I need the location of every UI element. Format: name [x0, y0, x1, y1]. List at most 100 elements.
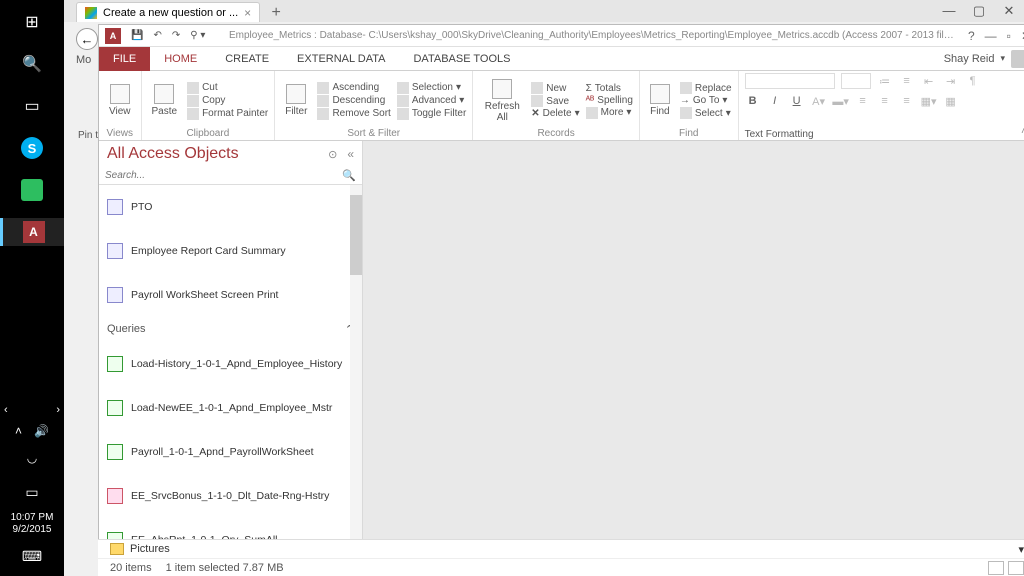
find-button[interactable]: Find [646, 82, 674, 119]
highlight-button[interactable]: ▬▾ [833, 93, 849, 109]
help-button[interactable]: ? [968, 29, 975, 43]
access-minimize-button[interactable]: — [985, 29, 997, 43]
numbering-button[interactable]: ≡ [899, 73, 915, 89]
indent-right-button[interactable]: ⇥ [943, 73, 959, 89]
goto-button[interactable]: →Go To ▾ [680, 95, 732, 106]
fill-color-button[interactable]: ▦▾ [921, 93, 937, 109]
nav-item-form[interactable]: Employee Report Card Summary [99, 229, 362, 273]
action-center-icon[interactable]: ▭ [18, 478, 46, 506]
italic-button[interactable]: I [767, 93, 783, 109]
maximize-button[interactable]: ▢ [964, 0, 994, 22]
qat-save-icon[interactable]: 💾 [131, 30, 143, 41]
query-icon [107, 444, 123, 460]
details-view-button[interactable] [988, 561, 1004, 575]
tab-home[interactable]: HOME [150, 47, 211, 71]
taskbar-clock[interactable]: 10:07 PM 9/2/2015 [11, 512, 54, 536]
ribbon-tabs: FILE HOME CREATE EXTERNAL DATA DATABASE … [99, 47, 1024, 71]
replace-button[interactable]: Replace [680, 82, 732, 94]
qat-redo-icon[interactable]: ↷ [172, 30, 180, 41]
taskbar-scroll-right[interactable]: › [56, 404, 60, 416]
tab-create[interactable]: CREATE [211, 47, 283, 71]
qat-undo-icon[interactable]: ↶ [153, 30, 161, 41]
evernote-icon[interactable] [18, 176, 46, 204]
nav-group-queries[interactable]: Queries⌃ [99, 317, 362, 342]
bold-button[interactable]: B [745, 93, 761, 109]
save-record-button[interactable]: Save [531, 95, 579, 107]
tray-overflow-icon[interactable]: ˄ [15, 424, 22, 438]
wifi-icon[interactable]: ◡ [18, 444, 46, 472]
keyboard-icon[interactable]: ⌨ [18, 542, 46, 570]
font-family-select[interactable] [745, 73, 835, 89]
access-window: A 💾 ↶ ↷ ⚲ ▾ Employee_Metrics : Database-… [98, 24, 1024, 559]
remove-sort-button[interactable]: Remove Sort [317, 108, 390, 120]
descending-button[interactable]: Descending [317, 95, 390, 107]
tab-file[interactable]: FILE [99, 47, 150, 71]
filter-button[interactable]: Filter [281, 82, 311, 119]
signed-in-user[interactable]: Shay Reid ▾ [944, 50, 1024, 68]
tab-database-tools[interactable]: DATABASE TOOLS [399, 47, 524, 71]
access-taskbar-icon[interactable]: A [0, 218, 64, 246]
paste-button[interactable]: Paste [148, 82, 182, 119]
cut-button[interactable]: Cut [187, 82, 268, 94]
start-button[interactable]: ⊞ [18, 8, 46, 36]
nav-item-query[interactable]: Load-NewEE_1-0-1_Apnd_Employee_Mstr [99, 386, 362, 430]
qat-custom-icon[interactable]: ⚲ ▾ [190, 30, 205, 41]
copy-button[interactable]: Copy [187, 95, 268, 107]
nav-item-query[interactable]: EE_SrvcBonus_1-1-0_Dlt_Date-Rng-Hstry [99, 474, 362, 518]
format-painter-button[interactable]: Format Painter [187, 108, 268, 120]
select-button[interactable]: Select ▾ [680, 107, 732, 119]
browser-back-button[interactable]: ← [76, 28, 98, 50]
underline-button[interactable]: U [789, 93, 805, 109]
ribbon-group-find: Find Replace →Go To ▾ Select ▾ Find [640, 71, 739, 140]
close-button[interactable]: ✕ [994, 0, 1024, 22]
refresh-all-button[interactable]: Refresh All [479, 77, 525, 125]
more-button[interactable]: More ▾ [586, 107, 633, 119]
ascending-button[interactable]: Ascending [317, 82, 390, 94]
nav-item-query[interactable]: Load-History_1-0-1_Apnd_Employee_History [99, 342, 362, 386]
selection-button[interactable]: Selection ▾ [397, 82, 466, 94]
gridlines-button[interactable]: ▦ [943, 93, 959, 109]
tab-close-icon[interactable]: × [244, 6, 251, 20]
nav-pane-dropdown-icon[interactable]: ⊙ [328, 148, 337, 161]
bullets-button[interactable]: ≔ [877, 73, 893, 89]
taskbar-scroll-left[interactable]: ‹ [4, 404, 8, 416]
browser-tabstrip: Create a new question or ... × + [64, 0, 1024, 22]
volume-icon[interactable]: 🔊 [34, 424, 49, 438]
nav-pane-collapse-icon[interactable]: « [347, 147, 354, 161]
nav-pane-title[interactable]: All Access Objects [107, 145, 328, 163]
folder-icon [110, 543, 124, 555]
browser-tab[interactable]: Create a new question or ... × [76, 2, 260, 22]
align-center-button[interactable]: ≡ [877, 93, 893, 109]
view-button[interactable]: View [105, 82, 135, 119]
search-icon[interactable]: 🔍 [18, 50, 46, 78]
nav-object-list: PTO Employee Report Card Summary Payroll… [99, 185, 362, 542]
breadcrumb-folder[interactable]: Pictures [130, 543, 170, 555]
task-view-icon[interactable]: ▭ [18, 92, 46, 120]
delete-record-button[interactable]: ✕Delete ▾ [531, 108, 579, 119]
search-input[interactable] [105, 170, 342, 181]
new-tab-button[interactable]: + [266, 4, 286, 22]
align-left-button[interactable]: ≡ [855, 93, 871, 109]
nav-item-form[interactable]: Payroll WorkSheet Screen Print [99, 273, 362, 317]
align-right-button[interactable]: ≡ [899, 93, 915, 109]
text-direction-button[interactable]: ¶ [965, 73, 981, 89]
nav-item-form[interactable]: PTO [99, 185, 362, 229]
font-size-select[interactable] [841, 73, 871, 89]
thumbnails-view-button[interactable] [1008, 561, 1024, 575]
access-restore-button[interactable]: ▫ [1007, 29, 1011, 43]
breadcrumb-dropdown-icon[interactable]: ▾ [1018, 543, 1024, 556]
ribbon-group-clipboard: Paste Cut Copy Format Painter Clipboard [142, 71, 276, 140]
search-icon[interactable]: 🔍 [342, 169, 356, 182]
nav-item-query[interactable]: Payroll_1-0-1_Apnd_PayrollWorkSheet [99, 430, 362, 474]
nav-scrollbar[interactable] [350, 185, 362, 542]
tab-external-data[interactable]: EXTERNAL DATA [283, 47, 399, 71]
totals-button[interactable]: ΣTotals [586, 83, 633, 94]
toggle-filter-button[interactable]: Toggle Filter [397, 108, 466, 120]
skype-icon[interactable]: S [18, 134, 46, 162]
spelling-button[interactable]: ᴬᴮSpelling [586, 95, 633, 106]
indent-left-button[interactable]: ⇤ [921, 73, 937, 89]
minimize-button[interactable]: — [934, 0, 964, 22]
font-color-button[interactable]: A▾ [811, 93, 827, 109]
new-record-button[interactable]: New [531, 82, 579, 94]
advanced-button[interactable]: Advanced ▾ [397, 95, 466, 107]
